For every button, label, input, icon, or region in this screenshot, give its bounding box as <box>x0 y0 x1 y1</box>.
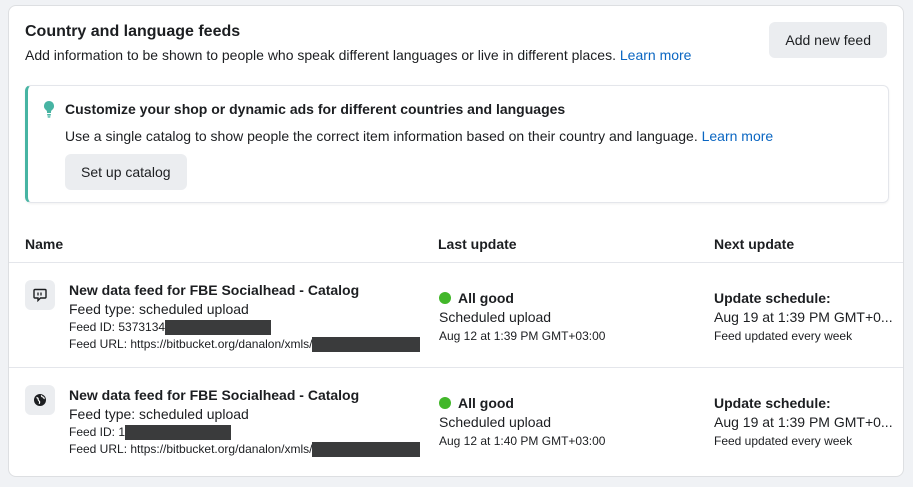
status-badge: All good <box>439 290 514 306</box>
redacted-block <box>125 425 232 440</box>
update-frequency: Feed updated every week <box>714 434 853 448</box>
status-dot-icon <box>439 397 451 409</box>
banner-text-body: Use a single catalog to show people the … <box>65 128 698 144</box>
feed-id: Feed ID: 5373134 <box>69 320 272 335</box>
page-title: Country and language feeds <box>25 23 241 40</box>
status-text: All good <box>458 290 514 306</box>
banner-title: Customize your shop or dynamic ads for d… <box>65 101 566 117</box>
column-header-last-update: Last update <box>438 236 517 252</box>
globe-icon <box>25 385 55 415</box>
page-subtitle: Add information to be shown to people wh… <box>25 45 887 65</box>
set-up-catalog-button[interactable]: Set up catalog <box>65 154 187 190</box>
table-row[interactable]: New data feed for FBE Socialhead - Catal… <box>9 263 903 367</box>
redacted-block <box>165 320 272 335</box>
status-dot-icon <box>439 292 451 304</box>
last-update-date: Aug 12 at 1:40 PM GMT+03:00 <box>439 434 606 448</box>
feeds-header: Country and language feeds Add informati… <box>25 22 887 65</box>
banner-learn-more-link[interactable]: Learn more <box>702 128 774 144</box>
feed-type: Feed type: scheduled upload <box>69 406 249 422</box>
update-schedule-title: Update schedule: <box>714 395 831 411</box>
status-detail: Scheduled upload <box>439 309 552 325</box>
update-frequency: Feed updated every week <box>714 329 853 343</box>
catalog-banner: Customize your shop or dynamic ads for d… <box>25 85 889 203</box>
subtitle-text: Add information to be shown to people wh… <box>25 47 616 63</box>
column-header-name: Name <box>25 236 64 252</box>
next-update-time: Aug 19 at 1:39 PM GMT+0... <box>714 414 893 430</box>
banner-text: Use a single catalog to show people the … <box>65 128 773 144</box>
last-update-date: Aug 12 at 1:39 PM GMT+03:00 <box>439 329 606 343</box>
feed-url-text: Feed URL: https://bitbucket.org/danalon/… <box>69 337 313 351</box>
feed-name[interactable]: New data feed for FBE Socialhead - Catal… <box>69 282 359 298</box>
column-header-next-update: Next update <box>714 236 795 252</box>
feed-id-text: Feed ID: 5373134 <box>69 320 166 334</box>
feed-id-text: Feed ID: 1 <box>69 425 126 439</box>
learn-more-link[interactable]: Learn more <box>620 47 692 63</box>
table-row[interactable]: New data feed for FBE Socialhead - Catal… <box>9 368 903 472</box>
feed-id: Feed ID: 1 <box>69 425 232 440</box>
status-text: All good <box>458 395 514 411</box>
status-detail: Scheduled upload <box>439 414 552 430</box>
feed-url: Feed URL: https://bitbucket.org/danalon/… <box>69 337 421 352</box>
speech-bubble-icon <box>25 280 55 310</box>
feed-url: Feed URL: https://bitbucket.org/danalon/… <box>69 442 421 457</box>
next-update-time: Aug 19 at 1:39 PM GMT+0... <box>714 309 893 325</box>
update-schedule-title: Update schedule: <box>714 290 831 306</box>
redacted-block <box>312 337 421 352</box>
redacted-block <box>312 442 421 457</box>
feeds-card: Country and language feeds Add informati… <box>8 5 904 477</box>
feed-name[interactable]: New data feed for FBE Socialhead - Catal… <box>69 387 359 403</box>
feed-url-text: Feed URL: https://bitbucket.org/danalon/… <box>69 442 313 456</box>
add-new-feed-button[interactable]: Add new feed <box>769 22 887 58</box>
lightbulb-icon <box>44 101 54 118</box>
feed-type: Feed type: scheduled upload <box>69 301 249 317</box>
status-badge: All good <box>439 395 514 411</box>
